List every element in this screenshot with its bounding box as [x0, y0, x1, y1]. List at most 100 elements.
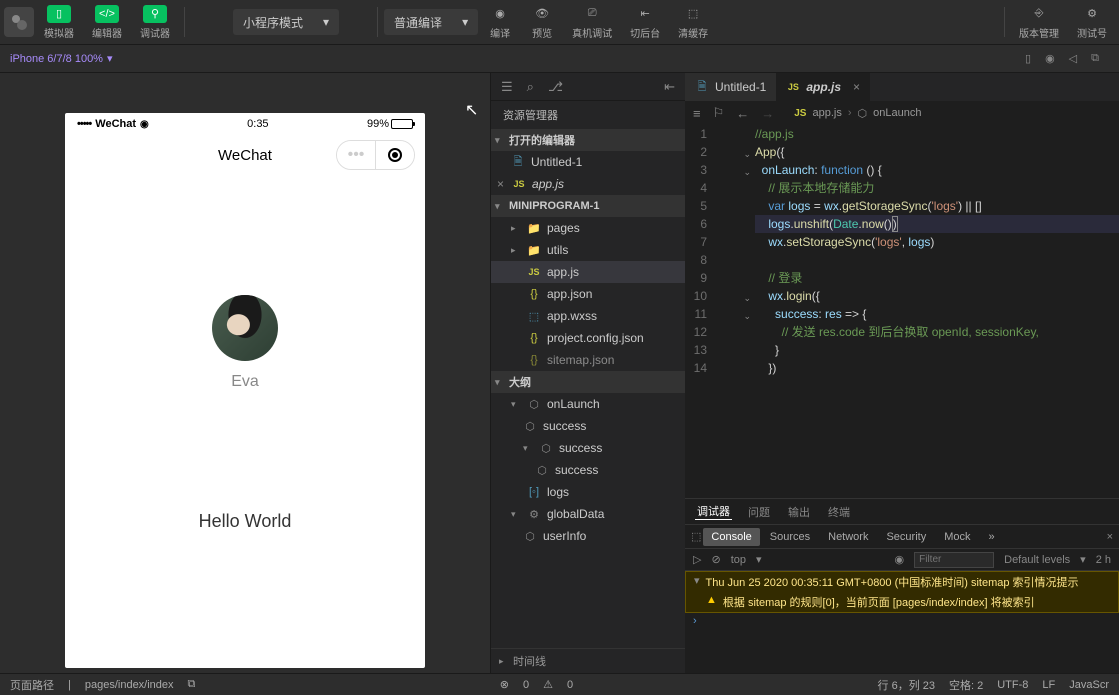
errors-icon[interactable]: ⊗ — [500, 678, 509, 691]
clear-icon[interactable]: ⊘ — [711, 553, 720, 566]
git-tab-icon[interactable]: ⎇ — [548, 79, 563, 95]
search-tab-icon[interactable]: ⌕ — [527, 79, 534, 95]
phone-status-bar: ••••• WeChat ◉ 0:35 99% — [65, 113, 425, 135]
warnings-icon[interactable]: ⚠ — [543, 678, 553, 691]
open-editors-header[interactable]: ▾ 打开的编辑器 — [491, 129, 685, 151]
console-prompt[interactable]: › — [685, 613, 1119, 629]
devtab-mock[interactable]: Mock — [936, 528, 978, 546]
record-icon[interactable]: ◉ — [1045, 52, 1055, 65]
bookmark-icon[interactable]: ⚐ — [713, 105, 725, 121]
device-selector[interactable]: iPhone 6/7/8 100% ▾ — [10, 52, 113, 65]
editor-action-bar: ≡ ⚐ ← → JS app.js › ⬡ onLaunch — [685, 101, 1119, 125]
send-icon[interactable]: ◁ — [1069, 52, 1077, 65]
timeline-header[interactable]: ▸ 时间线 — [491, 648, 685, 673]
capsule-menu: ••• — [336, 140, 415, 170]
app-logo — [4, 7, 34, 37]
file-projectconfig[interactable]: {} project.config.json — [491, 327, 685, 349]
filter-input[interactable] — [914, 552, 994, 568]
folder-utils[interactable]: ▸ 📁 utils — [491, 239, 685, 261]
fold-icon[interactable]: ⌄ — [715, 289, 755, 307]
simulator-toggle[interactable]: ▯ 模拟器 — [36, 0, 82, 44]
file-sitemap[interactable]: {} sitemap.json — [491, 349, 685, 371]
device-icon[interactable]: ▯ — [1025, 52, 1031, 65]
devtab-network[interactable]: Network — [820, 528, 876, 546]
outline-userinfo[interactable]: ⬡ userInfo — [491, 525, 685, 547]
cursor-position[interactable]: 行 6，列 23 — [878, 677, 935, 693]
test-account-button[interactable]: ⚙ 测试号 — [1069, 0, 1115, 44]
back-icon[interactable]: ← — [736, 106, 749, 121]
outline-header[interactable]: ▾ 大纲 — [491, 371, 685, 393]
close-icon[interactable]: × — [497, 177, 504, 191]
levels-dropdown[interactable]: Default levels — [1004, 554, 1070, 566]
play-icon[interactable]: ▷ — [693, 553, 701, 566]
editor-tab-untitled[interactable]: 🗎 Untitled-1 — [685, 73, 776, 101]
project-header[interactable]: ▾ MINIPROGRAM-1 — [491, 195, 685, 217]
preview-button[interactable]: 👁 预览 — [522, 0, 562, 44]
encoding-info[interactable]: UTF-8 — [997, 679, 1028, 691]
code-editor[interactable]: 123 456 789 101112 1314 ⌄ ⌄ ⌄ ⌄ //app.js… — [685, 125, 1119, 498]
file-appjson[interactable]: {} app.json — [491, 283, 685, 305]
eye-icon[interactable]: ◉ — [895, 553, 905, 566]
page-path[interactable]: pages/index/index — [85, 679, 174, 691]
breadcrumb[interactable]: JS app.js › ⬡ onLaunch — [786, 102, 929, 124]
copy-icon[interactable]: ⧉ — [188, 678, 196, 691]
panel-tab-terminal[interactable]: 终端 — [826, 504, 852, 520]
close-icon[interactable]: × — [853, 80, 860, 94]
collapse-arrow-icon[interactable]: ▾ — [694, 574, 700, 590]
fold-icon[interactable]: ⌄ — [715, 163, 755, 181]
copy-icon[interactable]: ⧉ — [1091, 52, 1099, 65]
outline-logs[interactable]: [◦] logs — [491, 481, 685, 503]
file-appwxss[interactable]: ⬚ app.wxss — [491, 305, 685, 327]
real-debug-button[interactable]: ⎚ 真机调试 — [564, 0, 620, 44]
capsule-more-button[interactable]: ••• — [337, 141, 375, 169]
code-content[interactable]: //app.js App({ onLaunch: function () { /… — [755, 125, 1119, 498]
outline-success-2[interactable]: ▾ ⬡ success — [491, 437, 685, 459]
panel-tab-output[interactable]: 输出 — [786, 504, 812, 520]
devtab-security[interactable]: Security — [878, 528, 934, 546]
console-messages[interactable]: ▾ Thu Jun 25 2020 00:35:11 GMT+0800 (中国标… — [685, 571, 1119, 673]
devtab-sources[interactable]: Sources — [762, 528, 818, 546]
outline-onlaunch[interactable]: ▾ ⬡ onLaunch — [491, 393, 685, 415]
background-icon: ⇤ — [633, 5, 657, 23]
warning-count: 0 — [567, 679, 573, 691]
list-icon[interactable]: ≡ — [693, 106, 701, 121]
background-button[interactable]: ⇤ 切后台 — [622, 0, 668, 44]
background-label: 切后台 — [630, 25, 660, 40]
debugger-toggle[interactable]: ⚲ 调试器 — [132, 0, 178, 44]
method-icon: ⬡ — [539, 442, 553, 455]
devtab-more[interactable]: » — [981, 528, 1003, 546]
panel-tab-debugger[interactable]: 调试器 — [695, 503, 732, 520]
compile-button[interactable]: ◉ 编译 — [480, 0, 520, 44]
version-mgmt-button[interactable]: ⎆ 版本管理 — [1011, 0, 1067, 44]
forward-icon[interactable]: → — [761, 106, 774, 121]
file-appjs[interactable]: JS app.js — [491, 261, 685, 283]
indent-info[interactable]: 空格: 2 — [949, 677, 983, 693]
clear-cache-button[interactable]: ⬚ 清缓存 — [670, 0, 716, 44]
outline-success-3[interactable]: ⬡ success — [491, 459, 685, 481]
mode-dropdown[interactable]: 小程序模式 ▾ — [233, 9, 339, 35]
compile-mode-label: 普通编译 — [394, 14, 442, 31]
compile-dropdown[interactable]: 普通编译 ▾ — [384, 9, 478, 35]
open-editor-untitled[interactable]: 🗎 Untitled-1 — [491, 151, 685, 173]
explorer-tab-icon[interactable]: ☰ — [501, 79, 513, 95]
outline-globaldata[interactable]: ▾ ⚙ globalData — [491, 503, 685, 525]
folder-pages[interactable]: ▸ 📁 pages — [491, 217, 685, 239]
fold-icon[interactable]: ⌄ — [715, 145, 755, 163]
editor-toggle[interactable]: </> 编辑器 — [84, 0, 130, 44]
devtab-console[interactable]: Console — [703, 528, 759, 546]
close-icon[interactable]: × — [1107, 531, 1113, 543]
eol-info[interactable]: LF — [1042, 679, 1055, 691]
inspect-icon[interactable]: ⬚ — [691, 530, 701, 543]
outline-success-1[interactable]: ⬡ success — [491, 415, 685, 437]
fold-icon[interactable]: ⌄ — [715, 307, 755, 325]
panel-tab-problems[interactable]: 问题 — [746, 504, 772, 520]
open-editor-appjs[interactable]: × JS app.js — [491, 173, 685, 195]
js-icon: JS — [786, 82, 800, 92]
context-selector[interactable]: top — [731, 554, 746, 566]
collapse-icon[interactable]: ⇤ — [664, 79, 675, 95]
phone-content: Eva Hello World — [65, 175, 425, 668]
editor-tab-appjs[interactable]: JS app.js × — [776, 73, 870, 101]
user-avatar[interactable] — [212, 295, 278, 361]
language-info[interactable]: JavaScr — [1069, 679, 1109, 691]
capsule-close-button[interactable] — [376, 141, 414, 169]
